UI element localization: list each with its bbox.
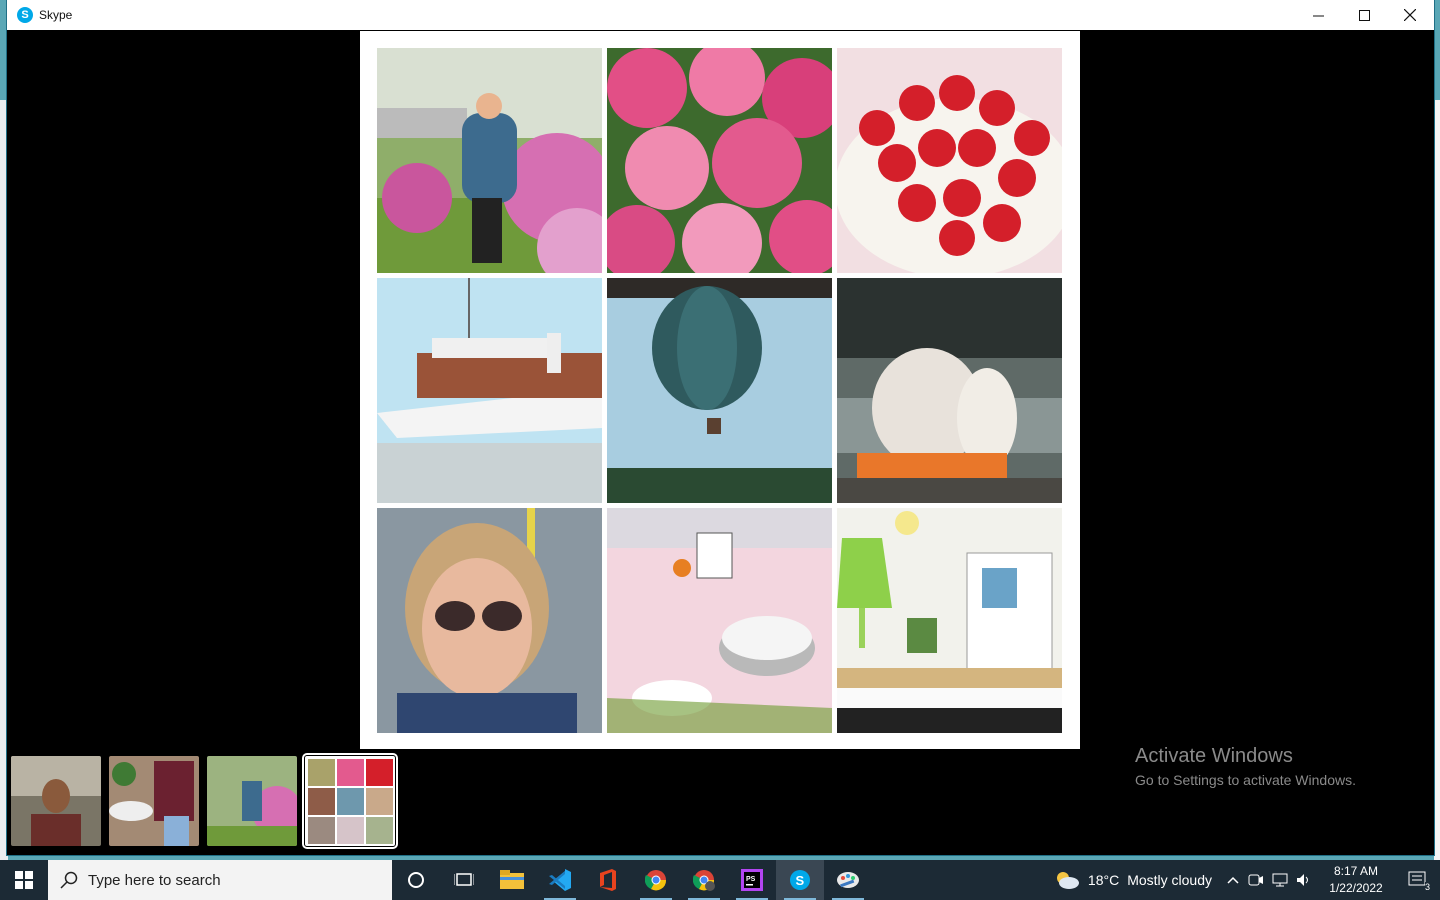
close-button[interactable]	[1387, 0, 1433, 30]
phpstorm-icon: PS	[741, 869, 763, 891]
collage-photo-pink-flowers	[607, 48, 832, 273]
cortana-icon	[408, 872, 424, 888]
phpstorm-button[interactable]: PS	[728, 860, 776, 900]
svg-text:S: S	[796, 873, 805, 888]
notification-center-button[interactable]: 3	[1396, 860, 1440, 900]
taskbar-search[interactable]: Type here to search	[48, 860, 392, 900]
maximize-icon	[1358, 9, 1370, 21]
vscode-button[interactable]	[536, 860, 584, 900]
skype-window: S Skype	[7, 0, 1434, 855]
collage-photo-woman-garden	[377, 48, 602, 273]
file-explorer-button[interactable]	[488, 860, 536, 900]
meet-now-button[interactable]	[1244, 860, 1268, 900]
folder-icon	[500, 870, 524, 889]
notification-count: 3	[1424, 882, 1430, 892]
thumbnail-strip	[11, 753, 398, 849]
network-icon	[1272, 873, 1288, 887]
main-image	[360, 31, 1080, 749]
network-button[interactable]	[1268, 860, 1292, 900]
cloudy-weather-icon	[1056, 872, 1079, 889]
maximize-button[interactable]	[1341, 0, 1387, 30]
minimize-button[interactable]	[1295, 0, 1341, 30]
weather-widget[interactable]: 18°C Mostly cloudy	[1054, 870, 1212, 890]
thumbnail-woman-seated[interactable]	[109, 756, 199, 846]
taskbar: Type here to search PS S 18°C Mostly clo…	[0, 860, 1440, 900]
vscode-icon	[549, 869, 571, 891]
chevron-up-icon	[1227, 876, 1239, 884]
collage-photo-selfie	[377, 508, 602, 733]
skype-logo-icon: S	[17, 7, 33, 23]
skype-taskbar-button[interactable]: S	[776, 860, 824, 900]
collage-photo-table-pot	[607, 508, 832, 733]
search-placeholder: Type here to search	[88, 871, 221, 889]
collage-photo-steamboat	[377, 278, 602, 503]
task-view-icon	[454, 873, 474, 886]
collage-photo-balloon	[607, 278, 832, 503]
clock-date: 1/22/2022	[1329, 881, 1383, 895]
desktop-background-right	[1434, 100, 1440, 860]
windows-logo-icon	[15, 871, 33, 889]
office-button[interactable]	[584, 860, 632, 900]
title-bar[interactable]: S Skype	[7, 0, 1434, 30]
close-icon	[1404, 9, 1416, 21]
clock-time: 8:17 AM	[1333, 864, 1379, 878]
minimize-icon	[1312, 15, 1324, 16]
thumbnail-collage[interactable]	[302, 753, 398, 849]
volume-icon	[1297, 874, 1308, 886]
collage-photo-bonfire	[837, 278, 1062, 503]
photo-collage	[377, 48, 1063, 734]
task-view-button[interactable]	[440, 860, 488, 900]
start-button[interactable]	[0, 860, 48, 900]
system-tray: 18°C Mostly cloudy 8:17 AM 1/22/2022 3	[1054, 860, 1440, 900]
search-icon	[60, 871, 78, 889]
collage-photo-orchid-piano	[837, 508, 1062, 733]
chrome-profile-button[interactable]	[680, 860, 728, 900]
paint-icon	[837, 872, 859, 888]
thumbnail-man-portrait[interactable]	[11, 756, 101, 846]
watermark-subtitle: Go to Settings to activate Windows.	[1135, 772, 1356, 788]
volume-button[interactable]	[1292, 860, 1316, 900]
chrome-profile-icon	[693, 870, 715, 891]
show-hidden-icons-button[interactable]	[1222, 860, 1244, 900]
window-title: Skype	[39, 8, 73, 22]
collage-photo-strawberries	[837, 48, 1062, 273]
skype-icon: S	[790, 870, 810, 890]
thumbnail-woman-garden[interactable]	[207, 756, 297, 846]
weather-condition: Mostly cloudy	[1127, 872, 1212, 888]
clock[interactable]: 8:17 AM 1/22/2022	[1322, 863, 1390, 897]
chrome-icon	[645, 870, 667, 891]
image-viewer	[7, 30, 1434, 855]
svg-text:PS: PS	[746, 876, 756, 883]
meet-now-icon	[1248, 874, 1263, 886]
activation-watermark: Activate Windows Go to Settings to activ…	[1135, 745, 1356, 788]
weather-temp: 18°C	[1087, 872, 1120, 888]
office-icon	[600, 869, 616, 891]
cortana-button[interactable]	[392, 860, 440, 900]
paint-button[interactable]	[824, 860, 872, 900]
chrome-button[interactable]	[632, 860, 680, 900]
watermark-title: Activate Windows	[1135, 745, 1293, 767]
